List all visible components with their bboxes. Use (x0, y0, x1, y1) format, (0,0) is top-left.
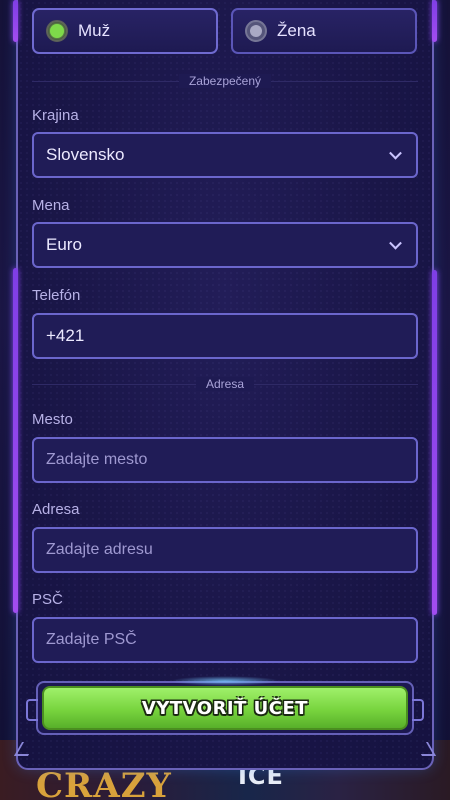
section-divider-address: Adresa (32, 377, 418, 391)
zip-input[interactable]: Zadajte PSČ (32, 617, 418, 663)
city-input[interactable]: Zadajte mesto (32, 437, 418, 483)
panel-side-accent (13, 268, 18, 613)
country-value: Slovensko (46, 145, 125, 164)
gender-option-label: Muž (78, 21, 111, 40)
address-placeholder: Zadajte adresu (46, 541, 153, 558)
currency-select[interactable]: Euro (32, 222, 418, 268)
create-account-button[interactable]: VYTVORIŤ ÚČET (42, 686, 408, 730)
phone-input[interactable]: +421 (32, 313, 418, 359)
gender-option-label: Žena (277, 21, 316, 40)
zip-label: PSČ (32, 591, 63, 608)
button-glow (170, 676, 280, 686)
panel-side-accent (432, 0, 437, 42)
chevron-down-icon (389, 236, 402, 250)
panel-side-accent (432, 270, 437, 615)
country-select[interactable]: Slovensko (32, 132, 418, 178)
section-title: Zabezpečený (178, 74, 272, 88)
currency-value: Euro (46, 235, 82, 254)
country-label: Krajina (32, 107, 79, 124)
gender-option-female[interactable]: Žena (231, 8, 417, 54)
city-label: Mesto (32, 411, 73, 428)
gender-option-male[interactable]: Muž (32, 8, 218, 54)
address-label: Adresa (32, 501, 80, 518)
section-divider-secure: Zabezpečený (32, 74, 418, 88)
section-title: Adresa (195, 377, 255, 391)
radio-unselected-icon (245, 20, 267, 42)
city-placeholder: Zadajte mesto (46, 451, 148, 468)
game-thumbnail-title: CRAZY (36, 766, 172, 800)
address-input[interactable]: Zadajte adresu (32, 527, 418, 573)
phone-label: Telefón (32, 287, 81, 304)
zip-placeholder: Zadajte PSČ (46, 631, 137, 648)
phone-value: +421 (46, 326, 85, 345)
currency-label: Mena (32, 197, 70, 214)
radio-selected-icon (46, 20, 68, 42)
chevron-down-icon (389, 146, 402, 160)
panel-side-accent (13, 0, 18, 42)
